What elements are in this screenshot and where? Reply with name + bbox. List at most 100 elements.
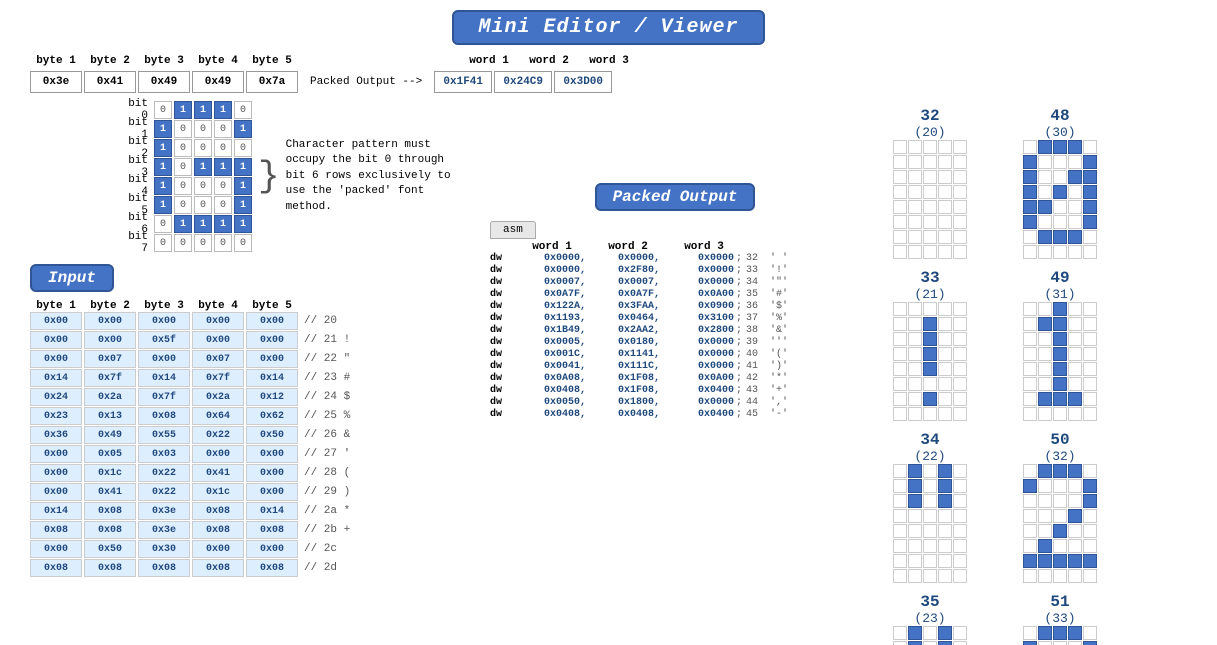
input-cell-r10-c2[interactable]: 0x3e bbox=[138, 502, 190, 520]
input-cell-r12-c2[interactable]: 0x30 bbox=[138, 540, 190, 558]
input-cell-r0-c4[interactable]: 0x00 bbox=[246, 312, 298, 330]
input-cell-r0-c2[interactable]: 0x00 bbox=[138, 312, 190, 330]
word3-value[interactable]: 0x3D00 bbox=[554, 71, 612, 93]
bit-cell-r0-c4[interactable]: 0 bbox=[234, 101, 252, 119]
input-cell-r9-c1[interactable]: 0x41 bbox=[84, 483, 136, 501]
bit-cell-r5-c0[interactable]: 1 bbox=[154, 196, 172, 214]
input-cell-r6-c4[interactable]: 0x50 bbox=[246, 426, 298, 444]
bit-cell-r6-c1[interactable]: 1 bbox=[174, 215, 192, 233]
bit-cell-r6-c0[interactable]: 0 bbox=[154, 215, 172, 233]
input-cell-r10-c0[interactable]: 0x14 bbox=[30, 502, 82, 520]
bit-cell-r7-c3[interactable]: 0 bbox=[214, 234, 232, 252]
input-cell-r8-c4[interactable]: 0x00 bbox=[246, 464, 298, 482]
bit-cell-r0-c1[interactable]: 1 bbox=[174, 101, 192, 119]
bit-cell-r6-c3[interactable]: 1 bbox=[214, 215, 232, 233]
input-cell-r13-c4[interactable]: 0x08 bbox=[246, 559, 298, 577]
input-cell-r13-c0[interactable]: 0x08 bbox=[30, 559, 82, 577]
bit-cell-r2-c2[interactable]: 0 bbox=[194, 139, 212, 157]
input-cell-r3-c4[interactable]: 0x14 bbox=[246, 369, 298, 387]
bit-cell-r7-c2[interactable]: 0 bbox=[194, 234, 212, 252]
input-cell-r8-c0[interactable]: 0x00 bbox=[30, 464, 82, 482]
input-cell-r4-c4[interactable]: 0x12 bbox=[246, 388, 298, 406]
asm-tab[interactable]: asm bbox=[490, 221, 536, 239]
input-cell-r3-c3[interactable]: 0x7f bbox=[192, 369, 244, 387]
input-cell-r3-c2[interactable]: 0x14 bbox=[138, 369, 190, 387]
input-cell-r11-c3[interactable]: 0x08 bbox=[192, 521, 244, 539]
input-cell-r3-c1[interactable]: 0x7f bbox=[84, 369, 136, 387]
input-cell-r13-c3[interactable]: 0x08 bbox=[192, 559, 244, 577]
input-cell-r1-c1[interactable]: 0x00 bbox=[84, 331, 136, 349]
input-cell-r6-c2[interactable]: 0x55 bbox=[138, 426, 190, 444]
input-cell-r7-c4[interactable]: 0x00 bbox=[246, 445, 298, 463]
input-cell-r0-c0[interactable]: 0x00 bbox=[30, 312, 82, 330]
byte1-value[interactable]: 0x3e bbox=[30, 71, 82, 93]
bit-cell-r7-c0[interactable]: 0 bbox=[154, 234, 172, 252]
input-cell-r4-c1[interactable]: 0x2a bbox=[84, 388, 136, 406]
bit-cell-r3-c1[interactable]: 0 bbox=[174, 158, 192, 176]
bit-cell-r2-c4[interactable]: 0 bbox=[234, 139, 252, 157]
input-cell-r9-c4[interactable]: 0x00 bbox=[246, 483, 298, 501]
bit-cell-r3-c0[interactable]: 1 bbox=[154, 158, 172, 176]
bit-cell-r4-c0[interactable]: 1 bbox=[154, 177, 172, 195]
bit-cell-r7-c4[interactable]: 0 bbox=[234, 234, 252, 252]
input-cell-r6-c1[interactable]: 0x49 bbox=[84, 426, 136, 444]
bit-cell-r4-c1[interactable]: 0 bbox=[174, 177, 192, 195]
bit-cell-r1-c2[interactable]: 0 bbox=[194, 120, 212, 138]
input-cell-r10-c4[interactable]: 0x14 bbox=[246, 502, 298, 520]
input-cell-r13-c2[interactable]: 0x08 bbox=[138, 559, 190, 577]
bit-cell-r2-c1[interactable]: 0 bbox=[174, 139, 192, 157]
input-cell-r7-c1[interactable]: 0x05 bbox=[84, 445, 136, 463]
bit-cell-r1-c1[interactable]: 0 bbox=[174, 120, 192, 138]
bit-cell-r3-c4[interactable]: 1 bbox=[234, 158, 252, 176]
input-cell-r1-c0[interactable]: 0x00 bbox=[30, 331, 82, 349]
input-cell-r0-c3[interactable]: 0x00 bbox=[192, 312, 244, 330]
input-cell-r11-c4[interactable]: 0x08 bbox=[246, 521, 298, 539]
input-cell-r7-c2[interactable]: 0x03 bbox=[138, 445, 190, 463]
input-cell-r2-c4[interactable]: 0x00 bbox=[246, 350, 298, 368]
bit-cell-r4-c3[interactable]: 0 bbox=[214, 177, 232, 195]
input-cell-r1-c4[interactable]: 0x00 bbox=[246, 331, 298, 349]
bit-cell-r3-c3[interactable]: 1 bbox=[214, 158, 232, 176]
bit-cell-r5-c3[interactable]: 0 bbox=[214, 196, 232, 214]
input-cell-r7-c3[interactable]: 0x00 bbox=[192, 445, 244, 463]
input-cell-r1-c2[interactable]: 0x5f bbox=[138, 331, 190, 349]
input-cell-r10-c1[interactable]: 0x08 bbox=[84, 502, 136, 520]
bit-cell-r5-c1[interactable]: 0 bbox=[174, 196, 192, 214]
word1-value[interactable]: 0x1F41 bbox=[434, 71, 492, 93]
byte3-value[interactable]: 0x49 bbox=[138, 71, 190, 93]
input-cell-r2-c1[interactable]: 0x07 bbox=[84, 350, 136, 368]
bit-cell-r3-c2[interactable]: 1 bbox=[194, 158, 212, 176]
input-cell-r3-c0[interactable]: 0x14 bbox=[30, 369, 82, 387]
byte5-value[interactable]: 0x7a bbox=[246, 71, 298, 93]
bit-cell-r4-c2[interactable]: 0 bbox=[194, 177, 212, 195]
bit-cell-r6-c4[interactable]: 1 bbox=[234, 215, 252, 233]
bit-cell-r1-c4[interactable]: 1 bbox=[234, 120, 252, 138]
input-cell-r12-c0[interactable]: 0x00 bbox=[30, 540, 82, 558]
input-cell-r6-c0[interactable]: 0x36 bbox=[30, 426, 82, 444]
bit-cell-r4-c4[interactable]: 1 bbox=[234, 177, 252, 195]
bit-cell-r0-c3[interactable]: 1 bbox=[214, 101, 232, 119]
input-cell-r11-c1[interactable]: 0x08 bbox=[84, 521, 136, 539]
input-cell-r11-c0[interactable]: 0x08 bbox=[30, 521, 82, 539]
input-cell-r2-c2[interactable]: 0x00 bbox=[138, 350, 190, 368]
input-cell-r1-c3[interactable]: 0x00 bbox=[192, 331, 244, 349]
input-cell-r10-c3[interactable]: 0x08 bbox=[192, 502, 244, 520]
bit-cell-r1-c3[interactable]: 0 bbox=[214, 120, 232, 138]
bit-cell-r2-c0[interactable]: 1 bbox=[154, 139, 172, 157]
input-cell-r4-c3[interactable]: 0x2a bbox=[192, 388, 244, 406]
input-cell-r8-c1[interactable]: 0x1c bbox=[84, 464, 136, 482]
bit-cell-r7-c1[interactable]: 0 bbox=[174, 234, 192, 252]
input-cell-r5-c0[interactable]: 0x23 bbox=[30, 407, 82, 425]
input-cell-r5-c1[interactable]: 0x13 bbox=[84, 407, 136, 425]
input-cell-r5-c3[interactable]: 0x64 bbox=[192, 407, 244, 425]
input-cell-r12-c1[interactable]: 0x50 bbox=[84, 540, 136, 558]
byte2-value[interactable]: 0x41 bbox=[84, 71, 136, 93]
input-cell-r4-c2[interactable]: 0x7f bbox=[138, 388, 190, 406]
bit-cell-r5-c2[interactable]: 0 bbox=[194, 196, 212, 214]
bit-cell-r6-c2[interactable]: 1 bbox=[194, 215, 212, 233]
input-cell-r5-c4[interactable]: 0x62 bbox=[246, 407, 298, 425]
input-cell-r8-c3[interactable]: 0x41 bbox=[192, 464, 244, 482]
input-cell-r7-c0[interactable]: 0x00 bbox=[30, 445, 82, 463]
word2-value[interactable]: 0x24C9 bbox=[494, 71, 552, 93]
input-cell-r12-c4[interactable]: 0x00 bbox=[246, 540, 298, 558]
